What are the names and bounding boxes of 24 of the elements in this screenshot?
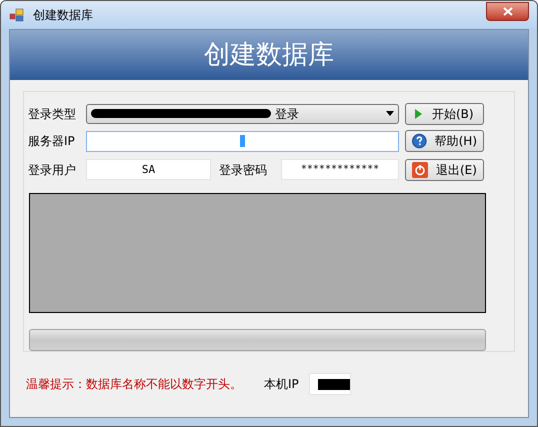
- user-field[interactable]: SA: [86, 159, 211, 180]
- tip-text: 温馨提示：数据库名称不能以数字开头。: [26, 376, 242, 393]
- window-title: 创建数据库: [33, 7, 93, 24]
- field-label: 登录用户: [28, 162, 77, 179]
- power-icon: [412, 162, 428, 178]
- redaction-mark: [318, 378, 350, 390]
- close-icon: [502, 6, 512, 16]
- start-button[interactable]: 开始(B): [405, 102, 484, 125]
- help-icon: [412, 133, 427, 150]
- banner-title: 创建数据库: [204, 38, 334, 72]
- password-field[interactable]: *************: [281, 159, 399, 180]
- dropdown-value: 登录: [275, 106, 299, 123]
- app-icon: [9, 8, 25, 22]
- field-label: 登录密码: [219, 162, 268, 179]
- server-ip-field[interactable]: [86, 130, 399, 152]
- login-type-dropdown[interactable]: 登录: [86, 104, 399, 124]
- field-label: 登录类型: [28, 106, 77, 123]
- close-button[interactable]: [486, 2, 529, 20]
- field-label: 服务器IP: [28, 133, 76, 150]
- local-ip-label: 本机IP: [264, 376, 299, 393]
- help-button[interactable]: 帮助(H): [405, 130, 484, 152]
- play-icon: [412, 108, 424, 120]
- dropdown-arrow-icon: [386, 111, 394, 116]
- exit-button[interactable]: 退出(E): [405, 158, 484, 181]
